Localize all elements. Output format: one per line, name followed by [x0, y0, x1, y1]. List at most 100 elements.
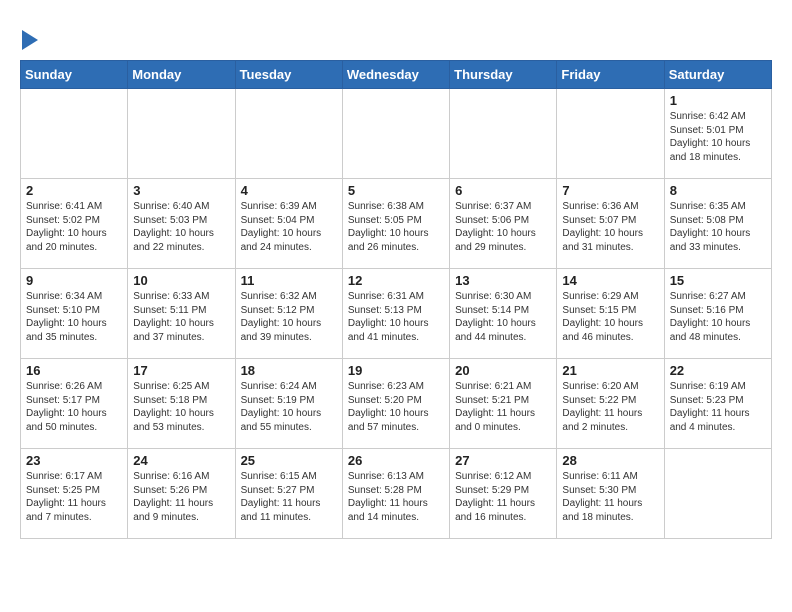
- calendar-table: SundayMondayTuesdayWednesdayThursdayFrid…: [20, 60, 772, 539]
- day-info: Sunrise: 6:24 AM Sunset: 5:19 PM Dayligh…: [241, 380, 337, 434]
- day-number: 10: [133, 273, 229, 288]
- calendar-week-row: 2 Sunrise: 6:41 AM Sunset: 5:02 PM Daylig…: [21, 179, 772, 269]
- column-header-friday: Friday: [557, 61, 664, 89]
- column-header-saturday: Saturday: [664, 61, 771, 89]
- logo-arrow-icon: [22, 30, 38, 50]
- calendar-cell: 19Sunrise: 6:23 AM Sunset: 5:20 PM Dayli…: [342, 359, 449, 449]
- day-number: 4: [241, 183, 337, 198]
- day-number: 6: [455, 183, 551, 198]
- day-number: 2: [26, 183, 122, 198]
- header: [20, 20, 772, 50]
- day-number: 9: [26, 273, 122, 288]
- calendar-cell: 26 Sunrise: 6:13 AM Sunset: 5:28 PM Dayli…: [342, 449, 449, 539]
- calendar-week-row: 16Sunrise: 6:26 AM Sunset: 5:17 PM Dayli…: [21, 359, 772, 449]
- calendar-cell: 8 Sunrise: 6:35 AM Sunset: 5:08 PM Daylig…: [664, 179, 771, 269]
- calendar-cell: [21, 89, 128, 179]
- day-number: 23: [26, 453, 122, 468]
- day-info: Sunrise: 6:19 AM Sunset: 5:23 PM Dayligh…: [670, 380, 766, 434]
- calendar-cell: 27 Sunrise: 6:12 AM Sunset: 5:29 PM Dayli…: [450, 449, 557, 539]
- day-number: 28: [562, 453, 658, 468]
- calendar-week-row: 9 Sunrise: 6:34 AM Sunset: 5:10 PM Daylig…: [21, 269, 772, 359]
- calendar-week-row: 1 Sunrise: 6:42 AM Sunset: 5:01 PM Daylig…: [21, 89, 772, 179]
- calendar-cell: 17 Sunrise: 6:25 AM Sunset: 5:18 PM Dayli…: [128, 359, 235, 449]
- calendar-week-row: 23 Sunrise: 6:17 AM Sunset: 5:25 PM Dayli…: [21, 449, 772, 539]
- calendar-cell: 9 Sunrise: 6:34 AM Sunset: 5:10 PM Daylig…: [21, 269, 128, 359]
- calendar-cell: 4 Sunrise: 6:39 AM Sunset: 5:04 PM Daylig…: [235, 179, 342, 269]
- day-info: Sunrise: 6:23 AM Sunset: 5:20 PM Dayligh…: [348, 380, 444, 434]
- calendar-cell: 15 Sunrise: 6:27 AM Sunset: 5:16 PM Dayli…: [664, 269, 771, 359]
- day-info: Sunrise: 6:34 AM Sunset: 5:10 PM Dayligh…: [26, 290, 122, 344]
- day-info: Sunrise: 6:32 AM Sunset: 5:12 PM Dayligh…: [241, 290, 337, 344]
- day-number: 7: [562, 183, 658, 198]
- day-number: 12: [348, 273, 444, 288]
- day-info: Sunrise: 6:20 AM Sunset: 5:22 PM Dayligh…: [562, 380, 658, 434]
- day-number: 11: [241, 273, 337, 288]
- day-info: Sunrise: 6:29 AM Sunset: 5:15 PM Dayligh…: [562, 290, 658, 344]
- day-number: 27: [455, 453, 551, 468]
- calendar-cell: 7 Sunrise: 6:36 AM Sunset: 5:07 PM Daylig…: [557, 179, 664, 269]
- day-info: Sunrise: 6:33 AM Sunset: 5:11 PM Dayligh…: [133, 290, 229, 344]
- day-number: 17: [133, 363, 229, 378]
- day-info: Sunrise: 6:40 AM Sunset: 5:03 PM Dayligh…: [133, 200, 229, 254]
- calendar-cell: 14 Sunrise: 6:29 AM Sunset: 5:15 PM Dayli…: [557, 269, 664, 359]
- day-info: Sunrise: 6:31 AM Sunset: 5:13 PM Dayligh…: [348, 290, 444, 344]
- calendar-cell: 5 Sunrise: 6:38 AM Sunset: 5:05 PM Daylig…: [342, 179, 449, 269]
- day-info: Sunrise: 6:11 AM Sunset: 5:30 PM Dayligh…: [562, 470, 658, 524]
- day-info: Sunrise: 6:38 AM Sunset: 5:05 PM Dayligh…: [348, 200, 444, 254]
- calendar-cell: [128, 89, 235, 179]
- day-info: Sunrise: 6:30 AM Sunset: 5:14 PM Dayligh…: [455, 290, 551, 344]
- day-info: Sunrise: 6:39 AM Sunset: 5:04 PM Dayligh…: [241, 200, 337, 254]
- calendar-cell: 28 Sunrise: 6:11 AM Sunset: 5:30 PM Dayli…: [557, 449, 664, 539]
- day-number: 5: [348, 183, 444, 198]
- calendar-cell: 23 Sunrise: 6:17 AM Sunset: 5:25 PM Dayli…: [21, 449, 128, 539]
- day-number: 1: [670, 93, 766, 108]
- logo: [20, 30, 38, 50]
- calendar-cell: 11 Sunrise: 6:32 AM Sunset: 5:12 PM Dayli…: [235, 269, 342, 359]
- calendar-cell: 3 Sunrise: 6:40 AM Sunset: 5:03 PM Daylig…: [128, 179, 235, 269]
- calendar-cell: 21 Sunrise: 6:20 AM Sunset: 5:22 PM Dayli…: [557, 359, 664, 449]
- column-header-wednesday: Wednesday: [342, 61, 449, 89]
- day-info: Sunrise: 6:37 AM Sunset: 5:06 PM Dayligh…: [455, 200, 551, 254]
- day-number: 20: [455, 363, 551, 378]
- column-header-monday: Monday: [128, 61, 235, 89]
- day-info: Sunrise: 6:21 AM Sunset: 5:21 PM Dayligh…: [455, 380, 551, 434]
- day-info: Sunrise: 6:16 AM Sunset: 5:26 PM Dayligh…: [133, 470, 229, 524]
- calendar-cell: [235, 89, 342, 179]
- day-info: Sunrise: 6:42 AM Sunset: 5:01 PM Dayligh…: [670, 110, 766, 164]
- day-info: Sunrise: 6:36 AM Sunset: 5:07 PM Dayligh…: [562, 200, 658, 254]
- day-info: Sunrise: 6:35 AM Sunset: 5:08 PM Dayligh…: [670, 200, 766, 254]
- calendar-cell: 16Sunrise: 6:26 AM Sunset: 5:17 PM Dayli…: [21, 359, 128, 449]
- day-number: 25: [241, 453, 337, 468]
- calendar-cell: 10 Sunrise: 6:33 AM Sunset: 5:11 PM Dayli…: [128, 269, 235, 359]
- day-number: 16: [26, 363, 122, 378]
- day-number: 18: [241, 363, 337, 378]
- day-number: 26: [348, 453, 444, 468]
- day-number: 15: [670, 273, 766, 288]
- day-info: Sunrise: 6:25 AM Sunset: 5:18 PM Dayligh…: [133, 380, 229, 434]
- calendar-cell: 24 Sunrise: 6:16 AM Sunset: 5:26 PM Dayli…: [128, 449, 235, 539]
- day-info: Sunrise: 6:27 AM Sunset: 5:16 PM Dayligh…: [670, 290, 766, 344]
- calendar-cell: [664, 449, 771, 539]
- day-number: 8: [670, 183, 766, 198]
- day-info: Sunrise: 6:41 AM Sunset: 5:02 PM Dayligh…: [26, 200, 122, 254]
- day-info: Sunrise: 6:17 AM Sunset: 5:25 PM Dayligh…: [26, 470, 122, 524]
- calendar-cell: 13 Sunrise: 6:30 AM Sunset: 5:14 PM Dayli…: [450, 269, 557, 359]
- calendar-cell: 25Sunrise: 6:15 AM Sunset: 5:27 PM Dayli…: [235, 449, 342, 539]
- calendar-cell: 1 Sunrise: 6:42 AM Sunset: 5:01 PM Daylig…: [664, 89, 771, 179]
- day-number: 3: [133, 183, 229, 198]
- day-number: 13: [455, 273, 551, 288]
- calendar-cell: [342, 89, 449, 179]
- day-info: Sunrise: 6:12 AM Sunset: 5:29 PM Dayligh…: [455, 470, 551, 524]
- day-info: Sunrise: 6:13 AM Sunset: 5:28 PM Dayligh…: [348, 470, 444, 524]
- calendar-header-row: SundayMondayTuesdayWednesdayThursdayFrid…: [21, 61, 772, 89]
- calendar-cell: [450, 89, 557, 179]
- day-number: 22: [670, 363, 766, 378]
- calendar-cell: 22 Sunrise: 6:19 AM Sunset: 5:23 PM Dayli…: [664, 359, 771, 449]
- day-number: 24: [133, 453, 229, 468]
- calendar-cell: 18 Sunrise: 6:24 AM Sunset: 5:19 PM Dayli…: [235, 359, 342, 449]
- column-header-thursday: Thursday: [450, 61, 557, 89]
- calendar-cell: 2 Sunrise: 6:41 AM Sunset: 5:02 PM Daylig…: [21, 179, 128, 269]
- day-number: 14: [562, 273, 658, 288]
- day-number: 21: [562, 363, 658, 378]
- column-header-tuesday: Tuesday: [235, 61, 342, 89]
